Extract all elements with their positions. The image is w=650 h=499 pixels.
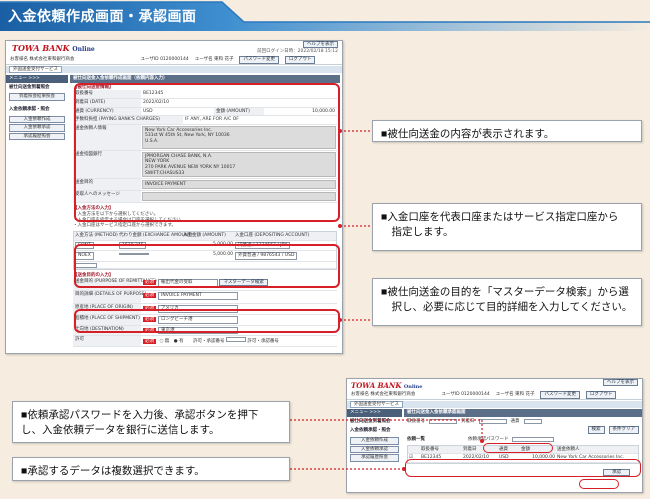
callout-purpose: ■被仕向送金の目的を「マスターデータ検索」から選 択し、必要に応じて目的詳細を入… bbox=[372, 278, 642, 326]
callout-approve: ■依頼承認パスワードを入力後、承認ボタンを押下 し、入金依頼データを銀行に送信し… bbox=[12, 401, 290, 443]
callout-multi-select: ■承認するデータは複数選択できます。 bbox=[12, 457, 290, 481]
callout-info: ■被仕向送金の内容が表示されます。 bbox=[372, 120, 642, 142]
callout-account: ■入金口座を代表口座またはサービス指定口座から 指定します。 bbox=[372, 203, 642, 251]
